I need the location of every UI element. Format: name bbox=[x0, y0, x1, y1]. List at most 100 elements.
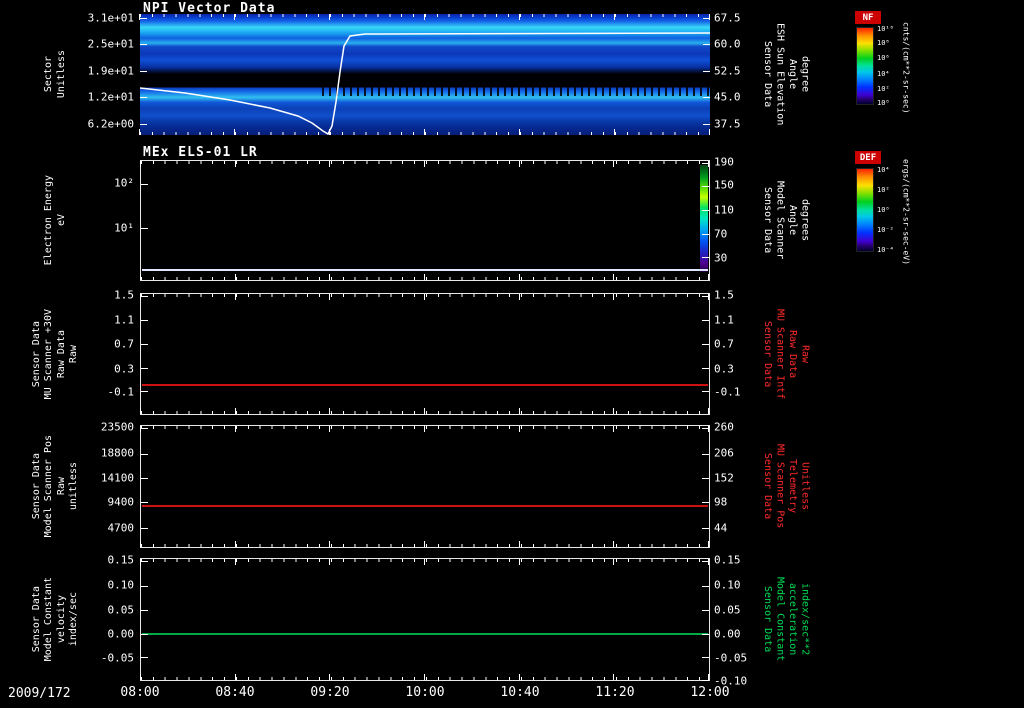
panel5-y2label: Sensor Data Model Constant acceleration ind… bbox=[758, 558, 814, 681]
y-tick-mark bbox=[702, 391, 709, 393]
x-tick-mark bbox=[613, 408, 615, 414]
y-tick-mark bbox=[702, 527, 709, 529]
nf-units-text: cnts/(cm**2-sr-sec) bbox=[901, 22, 911, 114]
x-tick-mark bbox=[613, 674, 615, 680]
panel5-ylabel: Sensor Data Model Constant velocity index/s… bbox=[26, 558, 84, 681]
panel5-right-axis: 0.15 0.10 0.05 0.00 -0.05 -0.10 bbox=[714, 555, 756, 687]
x-tick-mark bbox=[518, 541, 520, 547]
x-tick-mark bbox=[518, 129, 520, 135]
panel3-left-axis: 1.5 1.1 0.7 0.3 -0.1 bbox=[86, 290, 135, 415]
y-tick-mark bbox=[702, 585, 709, 587]
x-tick-mark bbox=[614, 129, 615, 135]
y-tick-label: 152 bbox=[714, 471, 734, 485]
x-tick-mark bbox=[328, 129, 330, 135]
els-data-strip bbox=[700, 165, 708, 272]
x-tick-mark bbox=[329, 294, 331, 300]
y-tick-mark bbox=[702, 478, 709, 480]
y-tick-mark bbox=[141, 478, 148, 480]
y-tick-mark bbox=[702, 657, 709, 658]
x-tick-mark bbox=[328, 14, 330, 20]
y-tick-label: 260 bbox=[714, 420, 734, 434]
y-tick-label: 45.0 bbox=[714, 90, 741, 104]
x-tick-mark bbox=[424, 541, 425, 547]
y-tick-mark bbox=[702, 233, 709, 235]
y-tick-label: 10⁰ bbox=[877, 99, 890, 108]
x-tick-mark bbox=[140, 674, 141, 680]
x-tick-mark bbox=[140, 408, 141, 414]
axis-label-line: Telemetry bbox=[787, 459, 798, 514]
y-tick-label: 67.5 bbox=[714, 11, 741, 25]
panel2-right-axis: 190 150 110 70 30 bbox=[714, 155, 756, 281]
x-tick-label: 08:40 bbox=[215, 685, 255, 700]
science-plot-page: NPI Vector Data MEx ELS-01 LR 3.1e+01 2.5… bbox=[0, 0, 1024, 708]
y-tick-mark bbox=[703, 124, 710, 126]
x-tick-label: 10:00 bbox=[405, 685, 445, 700]
y-tick-label: 0.7 bbox=[114, 337, 134, 351]
panel3-ylabel: Sensor Data MU Scanner +30V Raw Data Raw bbox=[26, 293, 84, 415]
panel4-y2label: Sensor Data MU Scanner Pos Telemetry Unitle… bbox=[758, 425, 814, 548]
y-tick-label: 10² bbox=[877, 185, 890, 194]
y-tick-label: -0.05 bbox=[100, 651, 134, 665]
y-tick-label: 10¹⁰ bbox=[877, 24, 894, 33]
y-tick-mark bbox=[703, 97, 710, 99]
y-tick-label: 14100 bbox=[100, 471, 134, 485]
axis-label-line: degrees bbox=[799, 199, 811, 242]
axis-label-line: MU Scanner +30V bbox=[43, 308, 54, 400]
y-tick-label: 10⁴ bbox=[877, 69, 890, 78]
y-tick-mark bbox=[702, 680, 709, 681]
y-tick-mark bbox=[140, 17, 147, 19]
y-tick-mark bbox=[141, 527, 148, 529]
x-tick-mark bbox=[234, 559, 236, 565]
date-label: 2009/172 bbox=[8, 686, 71, 701]
axis-label-line: Raw bbox=[68, 344, 79, 364]
y-tick-mark bbox=[702, 453, 709, 455]
y-tick-label: 98 bbox=[714, 495, 728, 509]
y-tick-mark bbox=[702, 634, 709, 636]
x-tick-mark bbox=[708, 408, 709, 414]
y-tick-label: 9400 bbox=[107, 495, 135, 509]
panel2-title: MEx ELS-01 LR bbox=[143, 145, 258, 160]
axis-label-line: MU Scanner Intf bbox=[774, 308, 786, 400]
y-tick-label: 10⁸ bbox=[877, 38, 890, 47]
x-tick-mark bbox=[613, 294, 615, 300]
axis-label-line: Raw bbox=[55, 477, 67, 496]
axis-label-line: Model Scanner Pos bbox=[43, 435, 54, 538]
y-tick-mark bbox=[141, 561, 148, 563]
y-tick-mark bbox=[141, 657, 148, 658]
axis-label-line: Sensor Data bbox=[30, 453, 42, 520]
y-tick-mark bbox=[141, 227, 148, 229]
y-tick-mark bbox=[141, 453, 148, 455]
els-baseline bbox=[142, 269, 708, 271]
x-tick-mark bbox=[424, 408, 425, 414]
panel2-y2label: Sensor Data Model Scanner Angle degrees bbox=[758, 160, 814, 281]
y-tick-label: -0.1 bbox=[714, 385, 741, 399]
y-tick-mark bbox=[702, 257, 709, 259]
y-tick-mark bbox=[141, 368, 148, 370]
x-tick-mark bbox=[613, 426, 615, 432]
y-tick-label: 0.00 bbox=[107, 627, 135, 641]
y-tick-label: 0.3 bbox=[714, 362, 734, 376]
x-tick-mark bbox=[234, 161, 236, 167]
axis-label-line: Sensor Data bbox=[762, 586, 773, 653]
panel1-left-axis: 3.1e+01 2.5e+01 1.9e+01 1.2e+01 6.2e+00 bbox=[86, 12, 134, 135]
y-tick-mark bbox=[141, 296, 148, 298]
x-tick-mark bbox=[329, 559, 331, 565]
x-tick-mark bbox=[234, 426, 236, 432]
x-tick-mark bbox=[140, 274, 141, 280]
x-tick-mark bbox=[140, 426, 141, 432]
x-tick-mark bbox=[708, 426, 709, 432]
panel4-ylabel: Sensor Data Model Scanner Pos Raw unitless bbox=[26, 425, 84, 548]
axis-label-line: Angle bbox=[787, 59, 798, 90]
y-tick-label: 1.5 bbox=[714, 288, 734, 302]
x-tick-mark bbox=[329, 674, 331, 680]
x-tick-mark bbox=[329, 426, 331, 432]
time-axis: 08:00 08:40 09:20 10:00 10:40 11:20 12:00 bbox=[120, 685, 729, 703]
x-tick-mark bbox=[424, 129, 425, 135]
y-tick-label: 23500 bbox=[100, 420, 134, 434]
x-tick-label: 12:00 bbox=[690, 685, 730, 700]
panel2-left-axis: 10² 10¹ bbox=[86, 160, 134, 281]
x-tick-mark bbox=[518, 674, 520, 680]
axis-label-line: Raw Data bbox=[787, 329, 798, 379]
axis-label-line: Model Constant bbox=[43, 577, 54, 662]
y-tick-label: 190 bbox=[714, 155, 734, 169]
